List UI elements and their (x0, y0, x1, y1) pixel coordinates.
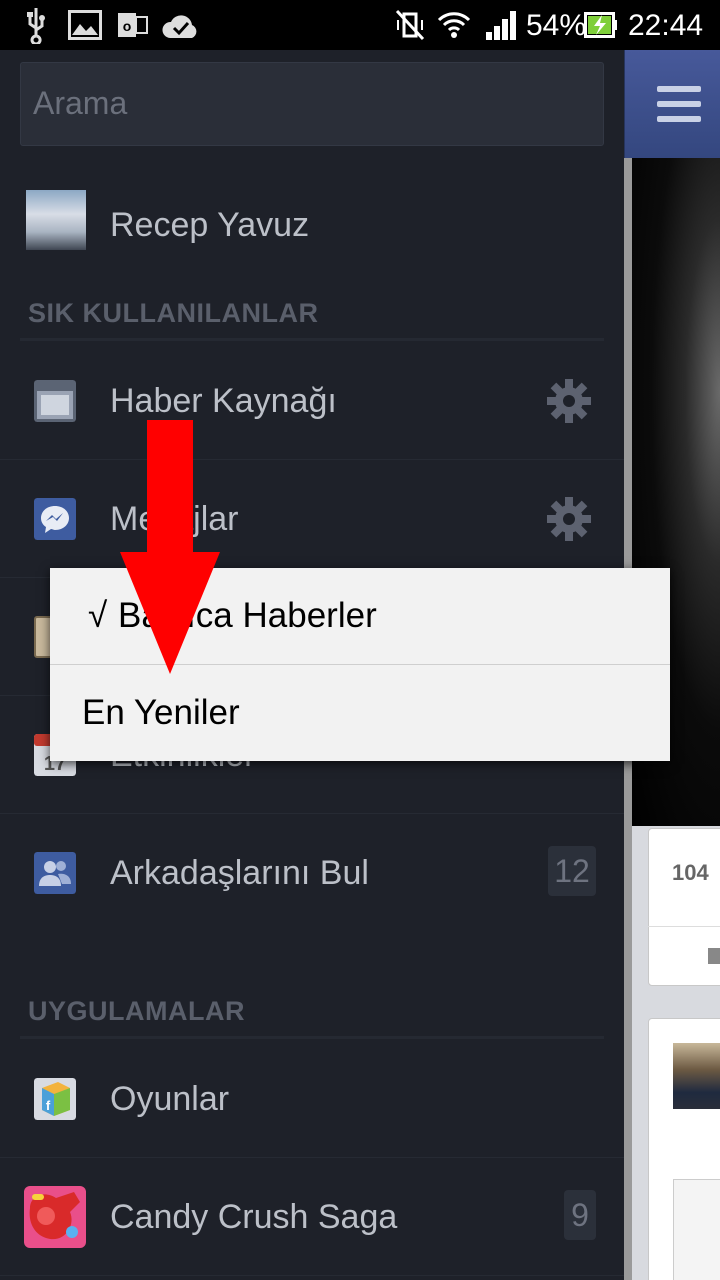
sidebar-item-label: Haber Kaynağı (110, 382, 337, 420)
like-count: 104 (672, 860, 709, 885)
check-mark: √ (88, 596, 108, 635)
feed-header (624, 50, 720, 158)
gear-icon[interactable] (546, 378, 592, 424)
menu-item-most-recent[interactable]: En Yeniler (50, 665, 670, 761)
search-placeholder: Arama (33, 85, 128, 121)
apps-section-header: UYGULAMALAR (28, 996, 245, 1026)
battery-charging-icon (584, 12, 617, 38)
battery-percent: 54% (526, 9, 587, 42)
search-input[interactable]: Arama (20, 62, 604, 146)
usb-icon (27, 8, 45, 44)
section-divider (20, 338, 604, 341)
signal-icon (486, 11, 516, 40)
friends-icon (34, 852, 76, 894)
clock: 22:44 (628, 9, 704, 42)
sidebar-item-candy-crush[interactable]: Candy Crush Saga 9 (0, 1158, 624, 1276)
sidebar-item-label: Candy Crush Saga (110, 1198, 398, 1236)
wifi-icon (437, 12, 471, 38)
count-badge: 12 (548, 846, 596, 896)
sidebar-item-label: Oyunlar (110, 1080, 230, 1118)
poster-avatar (673, 1043, 720, 1109)
sidebar-item-label: Arkadaşlarını Bul (110, 854, 369, 892)
profile-row[interactable]: Recep Yavuz (0, 168, 624, 280)
sidebar-item-messages[interactable]: Mesajlar (0, 460, 624, 578)
like-icon[interactable] (704, 940, 720, 964)
status-bar: o 54% 22:44 (0, 0, 720, 50)
menu-icon[interactable] (657, 86, 701, 122)
section-divider (20, 1036, 604, 1039)
feed-card-divider (648, 926, 720, 927)
post-image-thumbnail (673, 1179, 720, 1280)
favorites-section-header: SIK KULLANILANLAR (28, 298, 319, 328)
red-arrow-annotation (120, 420, 220, 674)
sync-check-icon (162, 15, 197, 38)
avatar (26, 190, 86, 250)
feed-story-card-2[interactable] (648, 1018, 720, 1280)
svg-text:o: o (123, 18, 132, 34)
messages-icon (34, 498, 76, 540)
count-badge: 9 (564, 1190, 596, 1240)
candy-crush-icon (24, 1186, 86, 1248)
sidebar-item-find-friends[interactable]: Arkadaşlarını Bul 12 (0, 814, 624, 932)
news-feed-icon (34, 380, 76, 422)
image-icon (68, 10, 102, 40)
sidebar-item-games[interactable]: f Oyunlar (0, 1040, 624, 1158)
outlook-icon: o (118, 13, 148, 37)
menu-item-label: En Yeniler (82, 693, 240, 732)
svg-text:f: f (46, 1098, 51, 1113)
sidebar-item-news-feed[interactable]: Haber Kaynağı (0, 342, 624, 460)
profile-name: Recep Yavuz (110, 206, 310, 244)
gear-icon[interactable] (546, 496, 592, 542)
vibrate-off-icon (395, 9, 425, 41)
games-icon: f (34, 1078, 76, 1120)
